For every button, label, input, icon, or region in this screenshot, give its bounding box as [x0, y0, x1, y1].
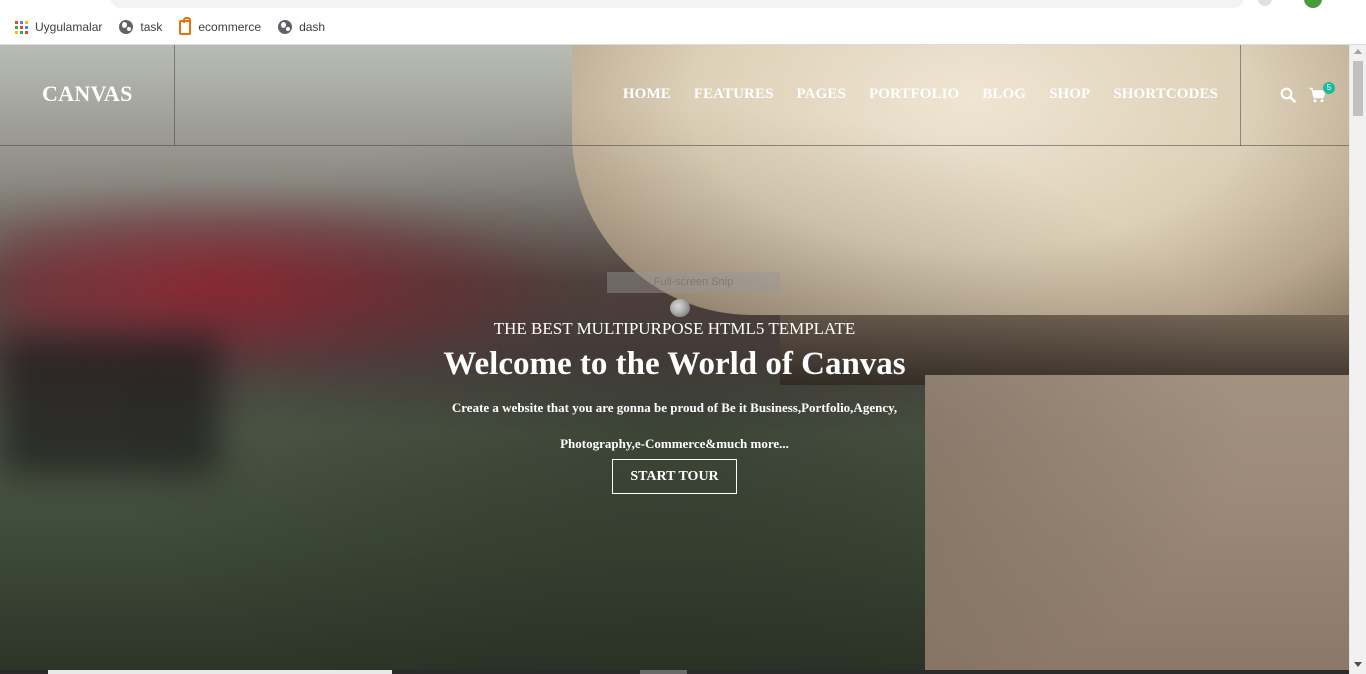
nav-home[interactable]: HOME	[623, 86, 671, 103]
site-logo[interactable]: CANVAS	[42, 81, 133, 107]
bookmark-label: dash	[299, 20, 326, 34]
page-viewport: CANVAS HOME FEATURES PAGES PORTFOLIO BLO…	[0, 45, 1349, 670]
hero-title: Welcome to the World of Canvas	[443, 346, 906, 382]
scroll-down-arrow-icon[interactable]	[1354, 662, 1362, 667]
start-tour-button[interactable]: START TOUR	[612, 459, 737, 494]
bottom-strip-segment	[640, 670, 687, 674]
bookmark-task[interactable]: task	[119, 20, 162, 34]
address-bar[interactable]	[110, 0, 1244, 8]
header-divider	[174, 45, 175, 146]
bookmark-label: ecommerce	[198, 20, 262, 34]
page-scrollbar[interactable]	[1349, 45, 1366, 674]
hero-subtitle: THE BEST MULTIPURPOSE HTML5 TEMPLATE	[493, 319, 856, 338]
nav-pages[interactable]: PAGES	[797, 86, 846, 103]
nav-portfolio[interactable]: PORTFOLIO	[869, 86, 959, 103]
bookmark-label: task	[140, 20, 163, 34]
globe-icon	[119, 20, 134, 34]
extension-icon[interactable]	[1258, 0, 1272, 6]
bottom-strip	[0, 670, 1349, 674]
apps-grid-icon	[15, 20, 28, 34]
site-header: CANVAS HOME FEATURES PAGES PORTFOLIO BLO…	[0, 45, 1349, 146]
profile-avatar-icon[interactable]	[1304, 0, 1322, 8]
bookmark-dash[interactable]: dash	[278, 20, 325, 34]
scroll-up-arrow-icon[interactable]	[1354, 49, 1362, 54]
browser-toolbar	[0, 0, 1366, 10]
bookmark-ecommerce[interactable]: ecommerce	[179, 16, 262, 35]
main-nav: HOME FEATURES PAGES PORTFOLIO BLOG SHOP …	[600, 86, 1218, 103]
bookmark-label: Uygulamalar	[35, 20, 103, 34]
search-icon[interactable]	[1280, 87, 1296, 103]
nav-shortcodes[interactable]: SHORTCODES	[1113, 86, 1218, 103]
snip-tooltip: Full-screen Snip	[607, 272, 780, 293]
bottom-strip-segment	[48, 670, 392, 674]
bookmarks-bar: Uygulamalar task ecommerce dash	[0, 10, 1366, 45]
nav-shop[interactable]: SHOP	[1049, 86, 1090, 103]
nav-blog[interactable]: BLOG	[982, 86, 1026, 103]
scroll-thumb[interactable]	[1353, 61, 1363, 116]
globe-icon	[278, 20, 293, 34]
hero-description: Create a website that you are gonna be p…	[451, 400, 898, 451]
bookmark-apps[interactable]: Uygulamalar	[15, 20, 102, 34]
nav-features[interactable]: FEATURES	[694, 86, 774, 103]
cart-favicon-icon	[179, 16, 192, 35]
cart-count-badge: 5	[1323, 82, 1335, 94]
header-divider	[1240, 45, 1241, 146]
